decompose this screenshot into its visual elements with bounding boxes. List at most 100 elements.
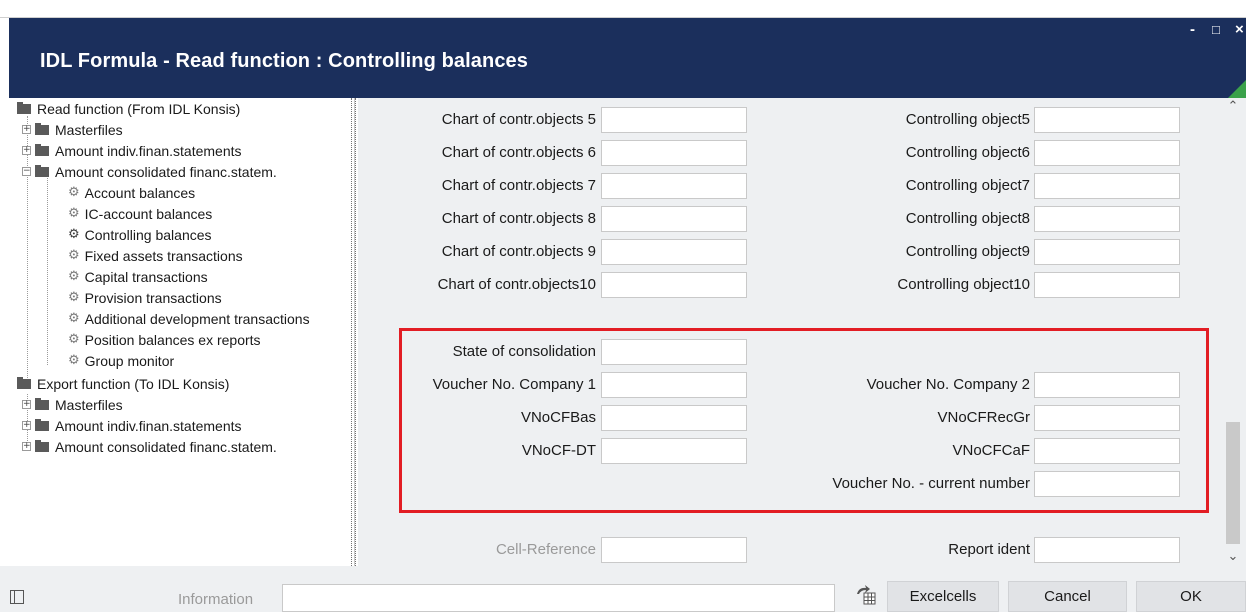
folder-icon (35, 122, 49, 135)
collapse-icon[interactable]: − (22, 167, 31, 176)
controlling-object-8-input[interactable] (1034, 206, 1180, 232)
tree-item-label: Masterfiles (55, 396, 123, 413)
chart-contr-objects-10-label: Chart of contr.objects10 (437, 276, 596, 293)
voucher-company-1-input[interactable] (601, 372, 747, 398)
expand-icon[interactable]: + (22, 400, 31, 409)
panel-splitter[interactable] (351, 98, 356, 566)
voucher-current-number-input[interactable] (1034, 471, 1180, 497)
close-button[interactable]: × (1235, 22, 1244, 38)
folder-icon (17, 376, 31, 389)
tree-item-label: Account balances (84, 184, 196, 201)
cell-reference-input[interactable] (601, 537, 747, 563)
tree-item-additional-development[interactable]: ⚙ Additional development transactions (68, 308, 310, 329)
chart-contr-objects-7-input[interactable] (601, 173, 747, 199)
scroll-down-icon[interactable]: ⌄ (1220, 548, 1246, 566)
tree-item-account-balances[interactable]: ⚙ Account balances (68, 182, 195, 203)
top-strip (0, 0, 1246, 18)
scrollbar-thumb[interactable] (1226, 422, 1240, 544)
tree-item-fixed-assets[interactable]: ⚙ Fixed assets transactions (68, 245, 243, 266)
tree-item-export-masterfiles[interactable]: + Masterfiles (22, 394, 123, 415)
folder-icon (35, 143, 49, 156)
cancel-button[interactable]: Cancel (1008, 581, 1127, 612)
information-label: Information (178, 591, 254, 608)
vnocfrecgr-label: VNoCFRecGr (937, 409, 1030, 426)
vnocfcaf-input[interactable] (1034, 438, 1180, 464)
excelcells-button[interactable]: Excelcells (887, 581, 999, 612)
tree-item-label: Amount indiv.finan.statements (55, 142, 242, 159)
expand-icon[interactable]: + (22, 146, 31, 155)
chart-contr-objects-8-label: Chart of contr.objects 8 (441, 210, 596, 227)
folder-icon (35, 397, 49, 410)
tree-item-export-amount-consolidated[interactable]: + Amount consolidated financ.statem. (22, 436, 277, 457)
tree-item-label: Amount indiv.finan.statements (55, 417, 242, 434)
vnocfcaf-label: VNoCFCaF (952, 442, 1030, 459)
report-ident-input[interactable] (1034, 537, 1180, 563)
tree-item-label: Masterfiles (55, 121, 123, 138)
controlling-object-5-label: Controlling object5 (905, 111, 1030, 128)
chart-contr-objects-6-label: Chart of contr.objects 6 (441, 144, 596, 161)
voucher-company-2-input[interactable] (1034, 372, 1180, 398)
tree-item-label: Group monitor (84, 352, 175, 369)
tree-item-export-function[interactable]: Export function (To IDL Konsis) (17, 373, 229, 394)
chart-contr-objects-10-input[interactable] (601, 272, 747, 298)
tree-item-amount-consolidated[interactable]: − Amount consolidated financ.statem. (22, 161, 277, 182)
tree-item-provision-transactions[interactable]: ⚙ Provision transactions (68, 287, 222, 308)
tree-item-controlling-balances[interactable]: ⚙ Controlling balances (68, 224, 212, 245)
chart-contr-objects-5-input[interactable] (601, 107, 747, 133)
tree-item-position-balances[interactable]: ⚙ Position balances ex reports (68, 329, 261, 350)
chart-contr-objects-9-input[interactable] (601, 239, 747, 265)
gear-icon: ⚙ (68, 185, 80, 200)
tree-item-amount-indiv[interactable]: + Amount indiv.finan.statements (22, 140, 242, 161)
folder-icon (35, 439, 49, 452)
maximize-button[interactable]: □ (1212, 22, 1220, 38)
tree-item-masterfiles[interactable]: + Masterfiles (22, 119, 123, 140)
chart-contr-objects-6-input[interactable] (601, 140, 747, 166)
vnocfbas-label: VNoCFBas (520, 409, 596, 426)
vertical-scrollbar[interactable]: ⌃ ⌄ (1220, 98, 1246, 566)
controlling-object-9-input[interactable] (1034, 239, 1180, 265)
expand-icon[interactable]: + (22, 125, 31, 134)
minimize-button[interactable]: - (1190, 22, 1195, 38)
controlling-object-6-input[interactable] (1034, 140, 1180, 166)
folder-icon (17, 101, 31, 114)
controlling-object-7-label: Controlling object7 (905, 177, 1030, 194)
state-of-consolidation-label: State of consolidation (452, 343, 596, 360)
expand-icon[interactable]: + (22, 421, 31, 430)
vnocfbas-input[interactable] (601, 405, 747, 431)
title-bar: IDL Formula - Read function : Controllin… (9, 18, 1246, 98)
ok-button[interactable]: OK (1136, 581, 1246, 612)
tree-item-label: Controlling balances (84, 226, 212, 243)
parameter-form: Chart of contr.objects 5 Chart of contr.… (358, 98, 1220, 566)
gear-icon: ⚙ (68, 269, 80, 284)
controlling-object-5-input[interactable] (1034, 107, 1180, 133)
folder-icon (35, 418, 49, 431)
chart-contr-objects-5-label: Chart of contr.objects 5 (441, 111, 596, 128)
tree-item-export-amount-indiv[interactable]: + Amount indiv.finan.statements (22, 415, 242, 436)
tree-item-ic-account-balances[interactable]: ⚙ IC-account balances (68, 203, 212, 224)
vnocfrecgr-input[interactable] (1034, 405, 1180, 431)
report-ident-label: Report ident (948, 541, 1030, 558)
tree-item-label: Amount consolidated financ.statem. (55, 438, 277, 455)
tree-item-label: Export function (To IDL Konsis) (37, 375, 230, 392)
gear-icon: ⚙ (68, 290, 80, 305)
voucher-company-1-label: Voucher No. Company 1 (432, 376, 596, 393)
tree-item-capital-transactions[interactable]: ⚙ Capital transactions (68, 266, 208, 287)
controlling-object-8-label: Controlling object8 (905, 210, 1030, 227)
scroll-up-icon[interactable]: ⌃ (1220, 98, 1246, 116)
controlling-object-10-input[interactable] (1034, 272, 1180, 298)
function-tree: Read function (From IDL Konsis) + Master… (17, 98, 355, 566)
expand-icon[interactable]: + (22, 442, 31, 451)
gear-icon: ⚙ (68, 206, 80, 221)
state-of-consolidation-input[interactable] (601, 339, 747, 365)
tree-item-read-function[interactable]: Read function (From IDL Konsis) (17, 98, 240, 119)
vnocf-dt-input[interactable] (601, 438, 747, 464)
controlling-object-7-input[interactable] (1034, 173, 1180, 199)
information-input[interactable] (282, 584, 835, 612)
panel-toggle-icon[interactable] (10, 590, 24, 604)
excel-grid-icon[interactable] (855, 584, 877, 606)
chart-contr-objects-8-input[interactable] (601, 206, 747, 232)
tree-item-group-monitor[interactable]: ⚙ Group monitor (68, 350, 174, 371)
gear-icon: ⚙ (68, 353, 80, 368)
tree-item-label: Additional development transactions (84, 310, 310, 327)
chart-contr-objects-7-label: Chart of contr.objects 7 (441, 177, 596, 194)
